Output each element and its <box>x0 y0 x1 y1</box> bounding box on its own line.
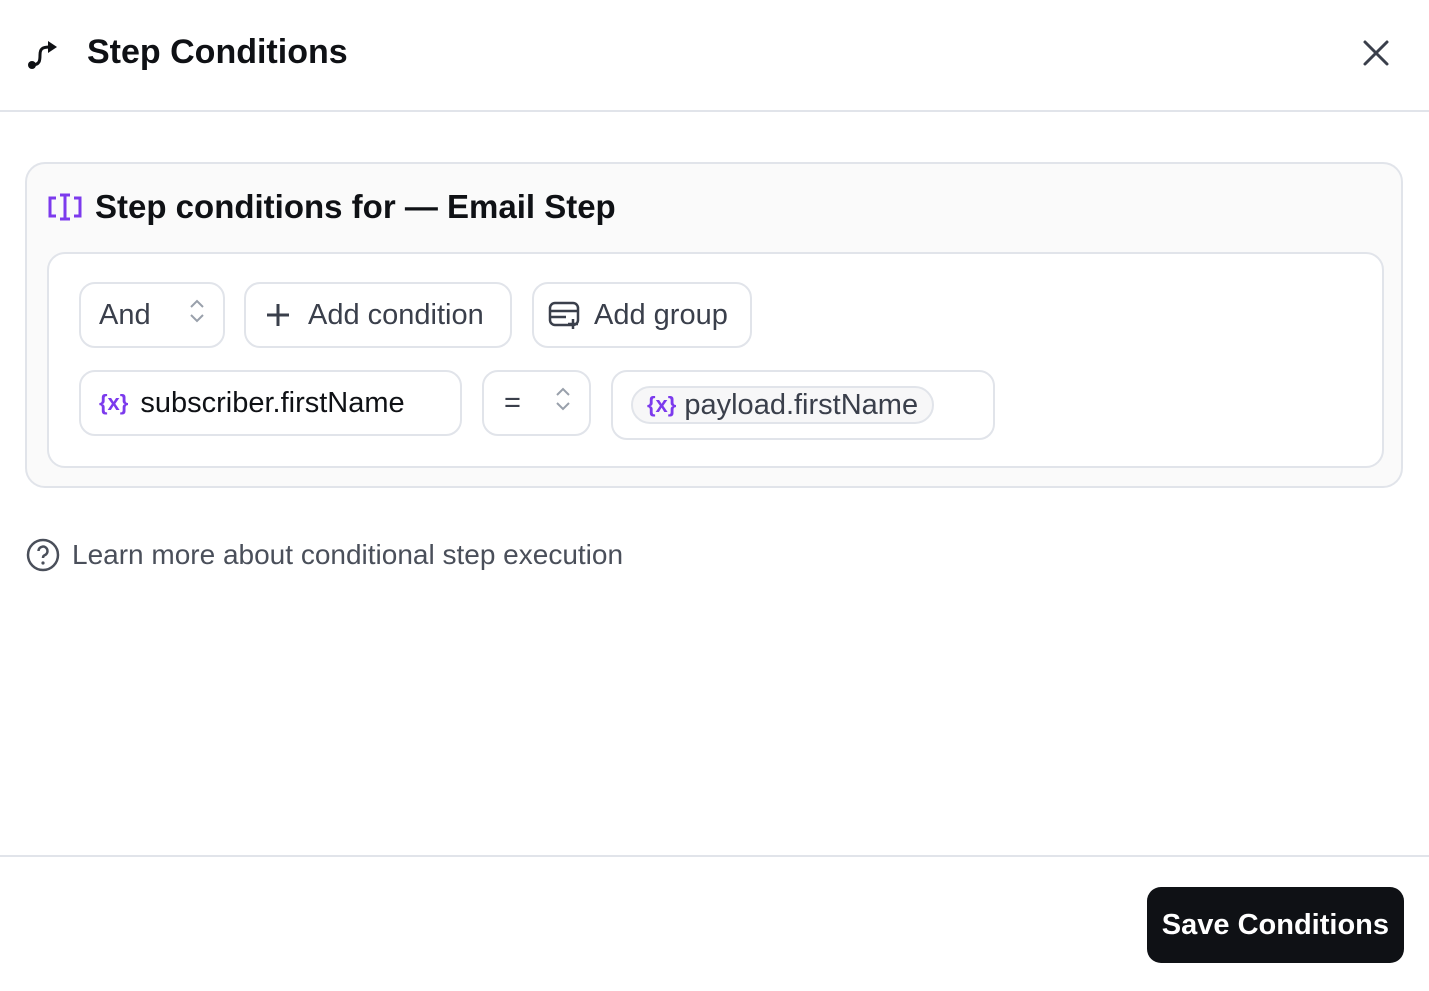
dialog-header: Step Conditions <box>0 0 1429 112</box>
add-group-button[interactable]: Add group <box>532 282 752 348</box>
add-group-label: Add group <box>594 298 728 331</box>
save-conditions-button[interactable]: Save Conditions <box>1146 887 1404 963</box>
learn-more-link[interactable]: Learn more about conditional step execut… <box>26 538 623 572</box>
close-icon[interactable] <box>1361 38 1391 68</box>
chevron-up-down-icon <box>189 298 205 332</box>
condition-group: And Add condition Add group {x} subscrib… <box>47 252 1384 468</box>
text-cursor-bracket-icon <box>48 193 82 221</box>
dialog-footer: Save Conditions <box>0 855 1429 991</box>
add-condition-label: Add condition <box>308 298 484 331</box>
add-condition-button[interactable]: Add condition <box>244 282 512 348</box>
variable-pill[interactable]: {x} payload.firstName <box>631 386 935 424</box>
card-title-text: Step conditions for — Email Step <box>95 188 616 225</box>
learn-more-text: Learn more about conditional step execut… <box>72 539 624 570</box>
help-circle-icon <box>26 538 60 572</box>
value-input[interactable]: {x} payload.firstName <box>611 370 995 440</box>
value-text: payload.firstName <box>684 388 919 421</box>
variable-icon: {x} <box>99 390 129 415</box>
plus-icon <box>267 304 289 326</box>
field-input[interactable]: {x} subscriber.firstName <box>79 370 462 436</box>
conditions-card: Step conditions for — Email Step And Add… <box>25 162 1403 488</box>
combinator-select[interactable]: And <box>79 282 225 348</box>
dialog-title: Step Conditions <box>87 32 348 71</box>
chevron-up-down-icon <box>555 386 571 420</box>
field-value: subscriber.firstName <box>140 386 405 419</box>
operator-value: = <box>504 386 521 419</box>
route-icon <box>28 41 57 69</box>
card-title: Step conditions for — Email Step <box>47 188 616 226</box>
variable-icon: {x} <box>647 392 677 417</box>
operator-select[interactable]: = <box>482 370 591 436</box>
combinator-value: And <box>99 298 151 331</box>
add-group-icon <box>548 301 580 329</box>
